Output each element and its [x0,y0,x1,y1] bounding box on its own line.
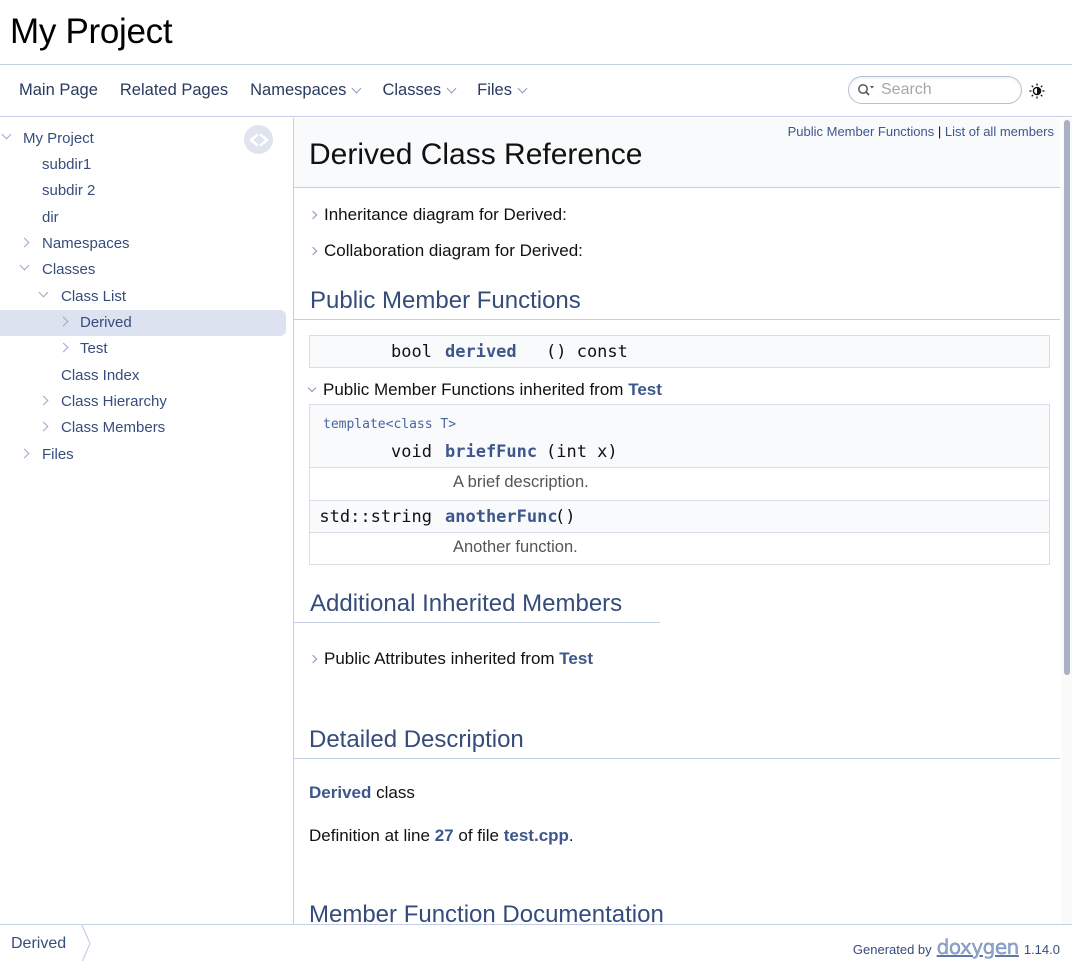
nav-classes[interactable]: Classes [371,81,466,100]
sync-arrows-icon [249,133,268,146]
member-row-brieffunc: template<class T> void briefFunc (int x) [309,404,1050,468]
member-function-documentation-heading: Member Function Documentation [309,901,664,924]
sync-toggle-button[interactable] [244,125,273,154]
chevron-right-icon[interactable] [308,210,318,220]
summary-all-members-link[interactable]: List of all members [945,124,1054,139]
chevron-right-icon[interactable] [19,448,30,459]
page-header: Public Member Functions | List of all me… [294,118,1060,188]
inherited-functions-toggle[interactable]: Public Member Functions inherited from T… [307,380,662,400]
chevron-right-icon[interactable] [308,246,318,256]
search-box[interactable] [848,76,1022,104]
inheritance-diagram-toggle[interactable]: Inheritance diagram for Derived: [308,205,567,225]
nav-files[interactable]: Files [466,81,537,100]
chevron-right-icon[interactable] [308,654,318,664]
chevron-down-icon [446,83,457,94]
tree-item-class-index[interactable]: Class Index [61,362,139,388]
public-member-functions-heading: Public Member Functions [310,287,581,314]
inherited-attributes-toggle[interactable]: Public Attributes inherited from Test [308,649,593,669]
chevron-right-icon[interactable] [58,342,69,353]
content-scrollbar[interactable] [1062,118,1072,924]
definition-line: Definition at line 27 of file test.cpp. [309,826,574,845]
detailed-description-heading: Detailed Description [309,726,524,753]
main-content: Public Member Functions | List of all me… [294,118,1060,924]
chevron-down-icon [517,83,528,94]
member-desc-brieffunc: A brief description. [309,468,1050,501]
template-declaration: template<class T> [323,417,457,432]
section-divider [294,319,1060,320]
generated-by: Generated by doxygen 1.14.0 [852,935,1060,959]
file-link[interactable]: test.cpp [504,826,569,845]
side-nav-tree: My Project subdir1 subdir 2 dir Namespac… [0,118,294,924]
member-row-anotherfunc: std::string anotherFunc () [309,500,1050,533]
selected-item-highlight [0,310,286,336]
main-nav: Main Page Related Pages Namespaces Class… [0,65,1072,117]
member-row-derived: bool derived () const [309,335,1050,368]
class-description: Derived class [309,783,415,802]
chevron-right-icon[interactable] [38,395,49,406]
line-number-link[interactable]: 27 [435,826,454,845]
tree-item-subdir-2[interactable]: subdir 2 [42,177,95,203]
nav-path-footer: Derived Generated by doxygen 1.14.0 [0,924,1072,961]
attributes-from-test-link[interactable]: Test [559,649,593,669]
additional-inherited-members-heading: Additional Inherited Members [310,590,623,617]
nav-related-pages[interactable]: Related Pages [109,81,239,100]
tree-item-subdir1[interactable]: subdir1 [42,151,91,177]
breadcrumb-separator-icon [81,925,91,961]
derived-class-link[interactable]: Derived [309,783,371,802]
scrollbar-thumb[interactable] [1064,120,1070,675]
chevron-right-icon[interactable] [38,421,49,432]
breadcrumb-derived[interactable]: Derived [11,935,66,953]
page-title: Derived Class Reference [309,138,643,171]
inherited-from-test-link[interactable]: Test [628,380,662,400]
chevron-right-icon[interactable] [19,237,30,248]
title-area: My Project [0,0,1072,65]
collaboration-diagram-toggle[interactable]: Collaboration diagram for Derived: [308,241,583,261]
nav-namespaces[interactable]: Namespaces [239,81,371,100]
chevron-down-icon [351,83,362,94]
theme-toggle-icon[interactable] [1029,83,1045,99]
member-link-brieffunc[interactable]: briefFunc [445,442,537,462]
search-input[interactable] [881,81,1011,99]
member-link-derived[interactable]: derived [445,342,517,362]
section-divider [294,758,1060,759]
summary-links: Public Member Functions | List of all me… [788,124,1054,139]
tree-item-dir[interactable]: dir [42,204,59,230]
chevron-down-icon[interactable] [1,129,12,140]
doxygen-logo-link[interactable]: doxygen [937,935,1020,959]
chevron-down-icon[interactable] [38,287,49,298]
section-divider [294,622,660,623]
chevron-down-icon[interactable] [307,383,317,393]
summary-separator: | [937,124,942,139]
member-desc-anotherfunc: Another function. [309,533,1050,565]
doxygen-version: 1.14.0 [1023,942,1060,957]
chevron-down-icon[interactable] [19,260,30,271]
search-icon[interactable] [857,82,877,98]
member-link-anotherfunc[interactable]: anotherFunc [445,507,558,527]
summary-public-member-functions-link[interactable]: Public Member Functions [788,124,935,139]
nav-main-page[interactable]: Main Page [8,81,109,100]
project-name: My Project [10,12,173,51]
